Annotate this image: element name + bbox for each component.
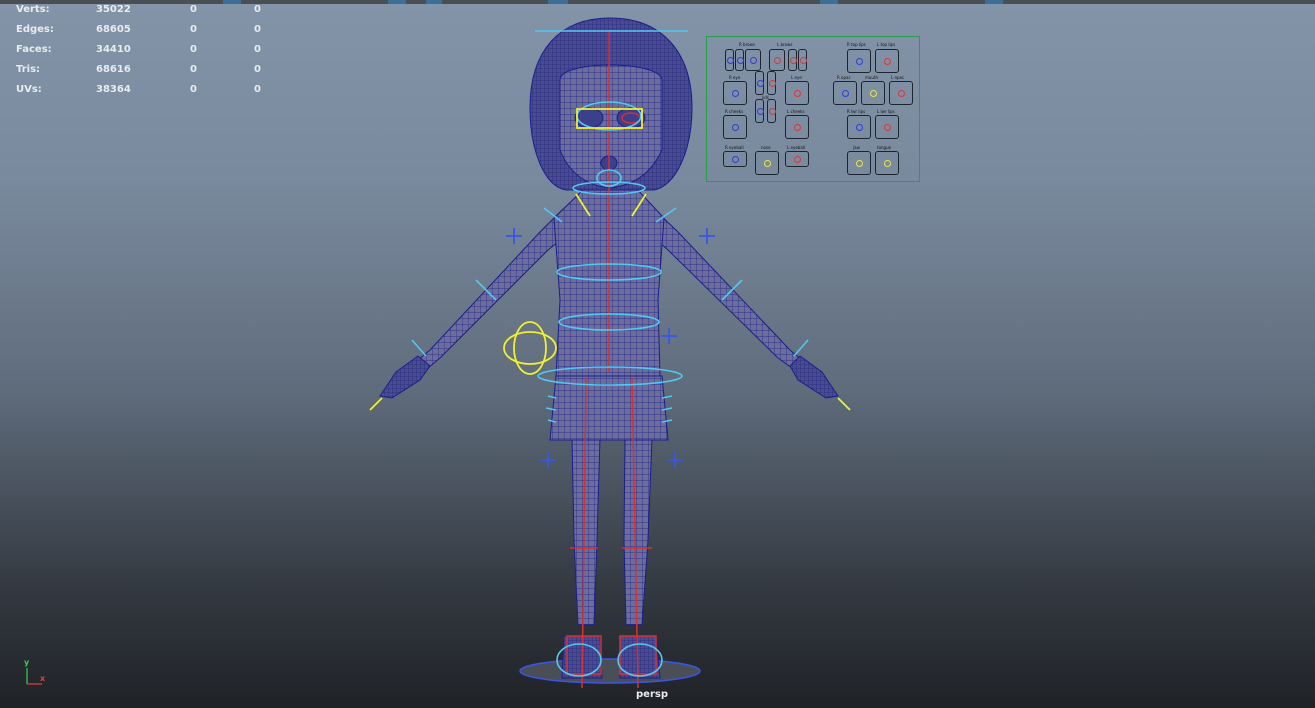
hud-total: 68616 — [96, 64, 131, 75]
picker-label: mouth — [865, 75, 878, 80]
picker-label: L brows — [777, 42, 793, 47]
hud-selected: 0 — [190, 84, 197, 95]
picker-button-l-opac[interactable] — [889, 81, 913, 105]
picker-button-jaw[interactable] — [847, 151, 871, 175]
hud-selected: 0 — [190, 64, 197, 75]
hud-selected: 0 — [190, 44, 197, 55]
picker-label: R top lips — [847, 42, 866, 47]
picker-button-mouth[interactable] — [861, 81, 885, 105]
picker-button-lid-l-lower[interactable] — [767, 99, 776, 123]
viewport-scene[interactable] — [0, 0, 1315, 708]
hud-components: 0 — [254, 84, 261, 95]
hud-total: 38364 — [96, 84, 131, 95]
hud-label: Faces: — [16, 44, 52, 55]
hud-label: UVs: — [16, 84, 42, 95]
hud-label: Edges: — [16, 24, 54, 35]
picker-button-r-brow-1[interactable] — [725, 49, 734, 71]
picker-button-r-top-lip[interactable] — [847, 49, 871, 73]
picker-button-lid-r-lower[interactable] — [755, 99, 764, 123]
hud-components: 0 — [254, 4, 261, 15]
picker-label: L opac — [891, 75, 905, 80]
picker-button-r-brow-2[interactable] — [735, 49, 744, 71]
picker-button-r-brow-3[interactable] — [745, 49, 761, 71]
facial-picker-panel[interactable]: R brows L brows R eye L eye lids R cheek… — [706, 36, 920, 182]
picker-label: jaw — [853, 145, 860, 150]
picker-button-r-cheek[interactable] — [723, 115, 747, 139]
picker-button-r-eyeball[interactable] — [723, 151, 747, 167]
picker-label: nose — [761, 145, 771, 150]
axis-y-label: y — [24, 658, 30, 667]
picker-label: R eyeball — [725, 145, 744, 150]
picker-label: R cheeks — [725, 109, 744, 114]
legs-mesh[interactable] — [561, 437, 661, 679]
picker-label: L eyeball — [787, 145, 806, 150]
hud-total: 34410 — [96, 44, 131, 55]
hud-selected: 0 — [190, 24, 197, 35]
picker-button-l-lwr-lip[interactable] — [875, 115, 899, 139]
picker-label: R opac — [837, 75, 851, 80]
picker-label: L lwr lips — [877, 109, 895, 114]
picker-button-l-eyeball[interactable] — [785, 151, 809, 167]
hud-total: 35022 — [96, 4, 131, 15]
picker-button-nose[interactable] — [755, 151, 779, 175]
picker-label: R brows — [739, 42, 755, 47]
picker-label: L top lips — [877, 42, 896, 47]
picker-button-lid-r[interactable] — [755, 71, 764, 95]
picker-button-l-eye[interactable] — [785, 81, 809, 105]
picker-label: R lwr lips — [847, 109, 866, 114]
picker-button-tongue[interactable] — [875, 151, 899, 175]
picker-label: L cheeks — [787, 109, 805, 114]
picker-button-l-top-lip[interactable] — [875, 49, 899, 73]
ground-plane — [519, 658, 701, 684]
picker-button-r-eye[interactable] — [723, 81, 747, 105]
picker-button-r-opac[interactable] — [833, 81, 857, 105]
axis-x-label: x — [40, 674, 46, 683]
picker-button-l-brow-2[interactable] — [788, 49, 797, 71]
picker-label: R eye — [729, 75, 741, 80]
hud-label: Verts: — [16, 4, 50, 15]
picker-button-l-brow-1[interactable] — [769, 49, 785, 71]
picker-button-r-lwr-lip[interactable] — [847, 115, 871, 139]
head-mesh[interactable] — [529, 17, 693, 191]
picker-button-lid-l[interactable] — [767, 71, 776, 95]
hud-label: Tris: — [16, 64, 41, 75]
hud-components: 0 — [254, 44, 261, 55]
picker-button-l-cheek[interactable] — [785, 115, 809, 139]
picker-label: tongue — [877, 145, 892, 150]
hud-total: 68605 — [96, 24, 131, 35]
hud-components: 0 — [254, 64, 261, 75]
picker-button-l-brow-3[interactable] — [798, 49, 807, 71]
picker-label: L eye — [791, 75, 802, 80]
camera-label: persp — [636, 689, 668, 700]
hud-selected: 0 — [190, 4, 197, 15]
hud-components: 0 — [254, 24, 261, 35]
